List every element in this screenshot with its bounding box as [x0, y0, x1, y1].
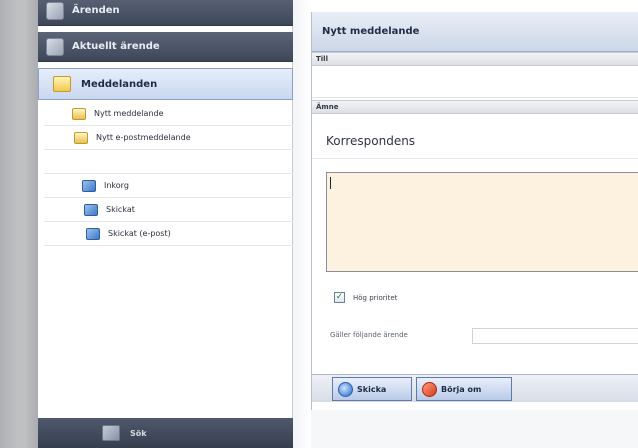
- sub-item-label: Nytt meddelande: [94, 109, 164, 118]
- reset-icon: [422, 382, 437, 397]
- search-icon: [102, 425, 120, 441]
- sub-item-sent[interactable]: Skickat: [44, 198, 293, 222]
- reset-button[interactable]: Börja om: [416, 377, 512, 401]
- nav-item-search-label: Sök: [130, 428, 147, 438]
- compose-toolbar: Skicka Börja om: [312, 374, 638, 402]
- compose-title: Nytt meddelande: [312, 12, 638, 52]
- messages-icon: [53, 76, 71, 92]
- nav-item-current-case-label: Aktuellt ärende: [72, 41, 160, 52]
- high-priority-checkbox[interactable]: ✓: [334, 292, 345, 303]
- cases-icon: [46, 2, 64, 20]
- sub-item-sent-email[interactable]: Skickat (e-post): [44, 222, 293, 246]
- sub-item-separator: [44, 150, 293, 174]
- send-button[interactable]: Skicka: [332, 377, 412, 401]
- sent-icon: [84, 204, 98, 216]
- sub-item-new-email[interactable]: Nytt e-postmeddelande: [44, 126, 293, 150]
- related-case-label: Gäller följande ärende: [330, 331, 408, 339]
- to-field[interactable]: [312, 68, 638, 98]
- send-icon: [338, 382, 353, 397]
- sub-item-label: Skickat: [106, 205, 135, 214]
- nav-item-messages[interactable]: Meddelanden: [38, 68, 293, 100]
- nav-item-messages-label: Meddelanden: [81, 78, 158, 90]
- nav-item-current-case[interactable]: Aktuellt ärende: [38, 32, 293, 62]
- envelope-icon: [74, 132, 88, 144]
- subject-underline: [312, 158, 638, 159]
- sub-item-inbox[interactable]: Inkorg: [44, 174, 293, 198]
- sub-item-label: Skickat (e-post): [108, 229, 171, 238]
- text-caret: [330, 177, 331, 189]
- panel-gap: [293, 0, 311, 448]
- envelope-icon: [72, 108, 86, 120]
- inbox-icon: [82, 180, 96, 192]
- message-body-textarea[interactable]: [326, 172, 638, 272]
- nav-item-cases-label: Ärenden: [72, 5, 120, 16]
- reset-button-label: Börja om: [441, 384, 482, 394]
- to-label: Till: [312, 52, 638, 66]
- navigation-panel: Ärenden Aktuellt ärende Meddelanden Nytt…: [38, 0, 293, 448]
- nav-item-search[interactable]: Sök: [38, 418, 293, 448]
- compose-panel: Nytt meddelande Till Ämne Korrespondens …: [311, 12, 638, 410]
- send-button-label: Skicka: [357, 384, 387, 394]
- subject-label: Ämne: [312, 100, 638, 114]
- compose-footer-area: [311, 410, 638, 448]
- high-priority-option[interactable]: ✓ Hög prioritet: [334, 292, 397, 303]
- nav-item-cases[interactable]: Ärenden: [38, 0, 293, 26]
- current-case-icon: [46, 38, 64, 56]
- sub-item-label: Nytt e-postmeddelande: [96, 133, 191, 142]
- subject-field[interactable]: Korrespondens: [326, 134, 415, 148]
- high-priority-label: Hög prioritet: [353, 293, 398, 302]
- sub-item-label: Inkorg: [104, 181, 129, 190]
- related-case-input[interactable]: [472, 328, 638, 344]
- sub-item-new-message[interactable]: Nytt meddelande: [44, 102, 293, 126]
- sent-email-icon: [86, 228, 100, 240]
